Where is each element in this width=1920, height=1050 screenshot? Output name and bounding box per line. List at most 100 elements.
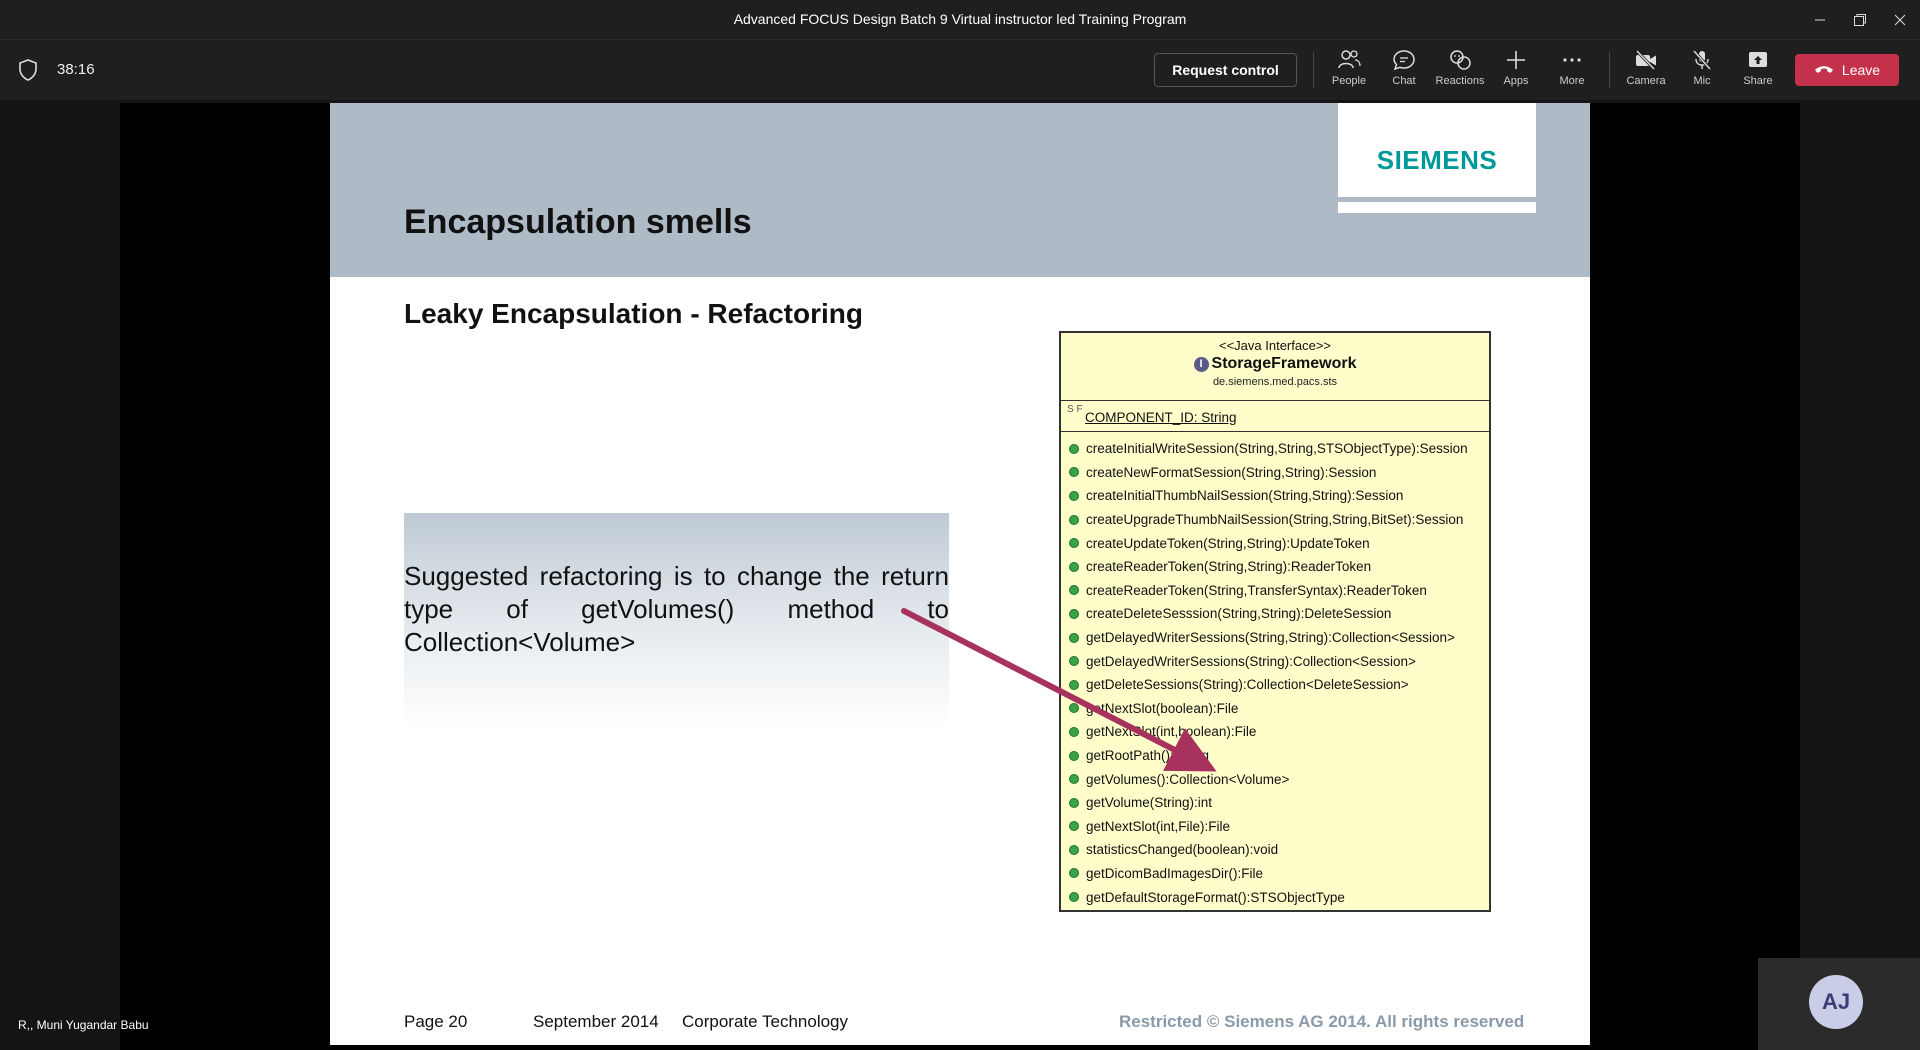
uml-method-text: getRootPath():String <box>1086 748 1210 764</box>
more-label: More <box>1559 75 1585 87</box>
restore-button[interactable] <box>1840 0 1880 39</box>
uml-method-row: getDicomBadImagesDir():File <box>1061 862 1489 886</box>
restore-icon <box>1854 13 1866 26</box>
minimize-button[interactable] <box>1800 0 1840 39</box>
public-method-icon <box>1069 608 1079 619</box>
public-method-icon <box>1069 490 1079 501</box>
uml-method-row: getNextSlot(boolean):File <box>1061 697 1489 721</box>
uml-method-text: getNextSlot(int,boolean):File <box>1086 724 1257 740</box>
reactions-button[interactable]: Reactions <box>1434 49 1486 95</box>
apps-button[interactable]: Apps <box>1490 49 1542 95</box>
public-method-icon <box>1069 797 1079 808</box>
uml-method-text: createDeleteSesssion(String,String):Dele… <box>1086 606 1392 622</box>
uml-method-text: getVolumes():Collection<Volume> <box>1086 771 1290 787</box>
uml-method-row: createInitialWriteSession(String,String,… <box>1061 437 1489 461</box>
uml-method-row: getNextSlot(int,File):File <box>1061 815 1489 839</box>
uml-method-text: createReaderToken(String,String):ReaderT… <box>1086 559 1372 575</box>
uml-stereotype: <<Java Interface>> <box>1218 338 1332 353</box>
public-method-icon <box>1069 703 1079 714</box>
camera-label: Camera <box>1626 75 1666 87</box>
more-button[interactable]: More <box>1546 49 1598 95</box>
public-method-icon <box>1069 467 1079 478</box>
people-label: People <box>1331 75 1367 87</box>
uml-method-text: createNewFormatSession(String,String):Se… <box>1086 464 1377 480</box>
uml-attribute: COMPONENT_ID: String <box>1085 410 1237 425</box>
window-titlebar: Advanced FOCUS Design Batch 9 Virtual in… <box>0 0 1920 39</box>
uml-attribute-section: S F COMPONENT_ID: String <box>1061 401 1489 432</box>
reactions-icon <box>1450 50 1471 70</box>
toolbar-divider <box>1313 52 1314 88</box>
public-method-icon <box>1069 514 1079 525</box>
reactions-label: Reactions <box>1435 75 1485 87</box>
uml-method-row: createDeleteSesssion(String,String):Dele… <box>1061 602 1489 626</box>
uml-method-text: statisticsChanged(boolean):void <box>1086 842 1279 858</box>
uml-method-row: getDelayedWriterSessions(String):Collect… <box>1061 649 1489 673</box>
camera-button[interactable]: Camera <box>1620 49 1672 95</box>
uml-method-text: createReaderToken(String,TransferSyntax)… <box>1086 582 1427 598</box>
public-method-icon <box>1069 585 1079 596</box>
footer-date: September 2014 <box>533 1012 659 1031</box>
footer-copyright: Restricted © Siemens AG 2014. All rights… <box>1119 1012 1525 1031</box>
close-icon <box>1894 14 1906 25</box>
slide-title: Encapsulation smells <box>404 203 752 241</box>
mic-button[interactable]: Mic <box>1676 49 1728 95</box>
public-method-icon <box>1069 774 1079 785</box>
uml-method-row: getRootPath():String <box>1061 744 1489 768</box>
public-method-icon <box>1069 679 1079 690</box>
mic-label: Mic <box>1693 75 1711 87</box>
public-method-icon <box>1069 443 1079 454</box>
mic-off-icon <box>1692 50 1712 70</box>
uml-method-text: getDelayedWriterSessions(String):Collect… <box>1086 653 1416 669</box>
people-button[interactable]: People <box>1323 49 1375 95</box>
public-method-icon <box>1069 538 1079 549</box>
shield-icon[interactable] <box>18 59 38 81</box>
uml-method-list: createInitialWriteSession(String,String,… <box>1061 432 1489 909</box>
uml-method-text: createInitialWriteSession(String,String,… <box>1086 441 1468 457</box>
apps-icon <box>1507 51 1525 69</box>
public-method-icon <box>1069 561 1079 572</box>
share-button[interactable]: Share <box>1732 49 1784 95</box>
uml-method-text: getDefaultStorageFormat():STSObjectType <box>1086 889 1345 905</box>
public-method-icon <box>1069 726 1079 737</box>
uml-header: <<Java Interface>> I StorageFramework de.… <box>1061 333 1489 401</box>
uml-method-row: createInitialThumbNailSession(String,Str… <box>1061 484 1489 508</box>
people-icon <box>1338 50 1361 69</box>
uml-method-text: createUpgradeThumbNailSession(String,Str… <box>1086 512 1464 528</box>
uml-method-row: getDefaultStorageFormat():STSObjectType <box>1061 885 1489 909</box>
footer-page: Page 20 <box>404 1012 468 1031</box>
uml-method-text: getNextSlot(int,File):File <box>1086 818 1231 834</box>
uml-method-row: getDelayedWriterSessions(String,String):… <box>1061 626 1489 650</box>
avatar[interactable]: AJ <box>1809 975 1863 1029</box>
uml-method-row: createUpdateToken(String,String):UpdateT… <box>1061 531 1489 555</box>
uml-method-text: getNextSlot(boolean):File <box>1086 700 1239 716</box>
public-method-icon <box>1069 656 1079 667</box>
refactoring-note-box: Suggested refactoring is to change the r… <box>404 513 949 728</box>
uml-package: de.siemens.med.pacs.sts <box>1212 376 1338 388</box>
request-control-button[interactable]: Request control <box>1154 53 1297 87</box>
slide-subtitle: Leaky Encapsulation - Refactoring <box>404 298 863 329</box>
leave-button[interactable]: Leave <box>1795 54 1899 86</box>
refactoring-note-text: Suggested refactoring is to change the r… <box>404 561 949 657</box>
uml-method-text: getVolume(String):int <box>1086 795 1213 811</box>
uml-method-row: createNewFormatSession(String,String):Se… <box>1061 461 1489 485</box>
close-button[interactable] <box>1880 0 1920 39</box>
presenter-name: R,, Muni Yugandar Babu <box>18 1018 149 1032</box>
camera-off-icon <box>1635 49 1656 71</box>
uml-method-row: getVolume(String):int <box>1061 791 1489 815</box>
uml-method-text: createUpdateToken(String,String):UpdateT… <box>1086 535 1370 551</box>
interface-icon: I <box>1193 357 1209 372</box>
apps-label: Apps <box>1503 75 1529 87</box>
more-icon <box>1563 58 1581 62</box>
footer-department: Corporate Technology <box>682 1012 849 1031</box>
public-method-icon <box>1069 868 1079 879</box>
uml-method-row: createReaderToken(String,String):ReaderT… <box>1061 555 1489 579</box>
logo-underline <box>1338 197 1536 210</box>
public-method-icon <box>1069 844 1079 855</box>
share-icon <box>1749 52 1767 67</box>
chat-button[interactable]: Chat <box>1378 49 1430 95</box>
uml-class-name: I StorageFramework <box>1061 355 1489 373</box>
meeting-timer: 38:16 <box>57 61 95 78</box>
uml-method-text: getDicomBadImagesDir():File <box>1086 865 1264 881</box>
uml-method-row: getVolumes():Collection<Volume> <box>1061 767 1489 791</box>
uml-method-text: getDeleteSessions(String):Collection<Del… <box>1086 677 1409 693</box>
